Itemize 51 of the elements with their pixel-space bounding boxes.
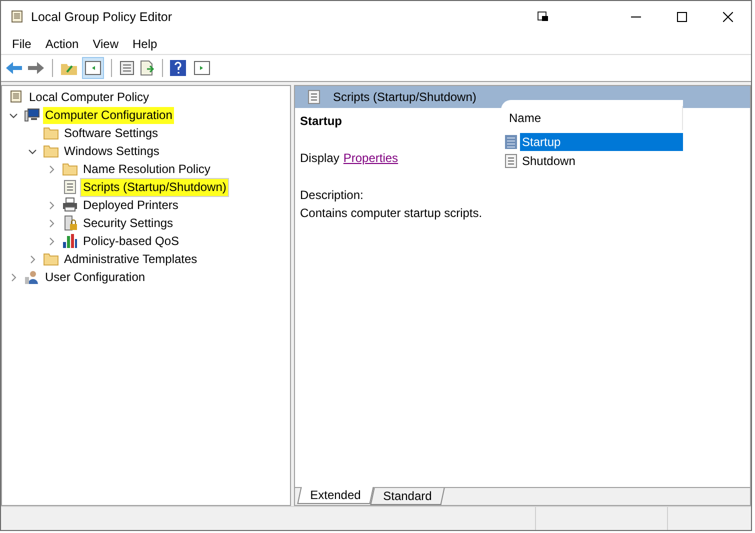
description-text: Contains computer startup scripts.	[300, 205, 484, 222]
tree-item[interactable]: Computer Configuration	[43, 106, 174, 124]
list-item[interactable]: Shutdown	[520, 152, 683, 170]
server-lock-icon	[62, 215, 78, 231]
close-icon[interactable]	[723, 12, 733, 22]
properties-link[interactable]: Properties	[343, 149, 398, 167]
computer-icon	[24, 107, 40, 123]
export-list-icon[interactable]	[139, 60, 155, 76]
forward-arrow-icon[interactable]	[27, 60, 45, 76]
tree-item[interactable]: Local Computer Policy	[27, 88, 152, 106]
bar-chart-icon	[62, 233, 78, 249]
display-label: Display	[300, 150, 340, 167]
script-icon	[62, 179, 78, 195]
tree-item[interactable]: Scripts (Startup/Shutdown)	[81, 178, 228, 196]
printer-icon	[62, 197, 78, 213]
action-pane-icon[interactable]	[194, 61, 210, 75]
tree-item[interactable]: Deployed Printers	[81, 196, 180, 214]
tree-item[interactable]: Policy-based QoS	[81, 232, 182, 250]
column-header[interactable]: Name	[501, 106, 683, 130]
folder-icon	[43, 251, 59, 267]
item-heading: Startup	[300, 113, 343, 130]
tree-item[interactable]: Administrative Templates	[62, 250, 200, 268]
tab[interactable]: Standard	[370, 488, 444, 505]
description-label: Description:	[300, 187, 364, 204]
pane-title: Scripts (Startup/Shutdown)	[333, 89, 476, 106]
menu-item[interactable]: View	[86, 34, 126, 52]
script-icon	[504, 152, 518, 168]
tree-item[interactable]: Software Settings	[62, 124, 160, 142]
properties-icon[interactable]	[119, 60, 135, 76]
tree-item[interactable]: Name Resolution Policy	[81, 160, 212, 178]
maximize-icon[interactable]	[677, 12, 687, 22]
window-title: Local Group Policy Editor	[31, 8, 172, 26]
help-icon[interactable]	[170, 60, 186, 76]
menu-item[interactable]: File	[5, 34, 38, 52]
script-icon	[504, 134, 518, 150]
console-tree-toggle-button[interactable]	[82, 57, 104, 79]
scroll-icon	[9, 9, 25, 25]
pin-icon[interactable]	[537, 11, 549, 23]
menu-item[interactable]: Help	[126, 34, 164, 52]
list-item[interactable]: Startup	[520, 132, 683, 150]
script-icon	[307, 89, 321, 105]
tab[interactable]: Extended	[297, 487, 374, 504]
tree-item[interactable]: User Configuration	[43, 268, 148, 286]
folder-icon	[43, 143, 59, 159]
menu-item[interactable]: Action	[38, 34, 86, 52]
tree-item[interactable]: Security Settings	[81, 214, 176, 232]
back-arrow-icon[interactable]	[5, 60, 23, 76]
user-icon	[24, 269, 40, 285]
scroll-icon	[8, 89, 24, 105]
folder-icon	[62, 161, 78, 177]
tree-item[interactable]: Windows Settings	[62, 142, 162, 160]
